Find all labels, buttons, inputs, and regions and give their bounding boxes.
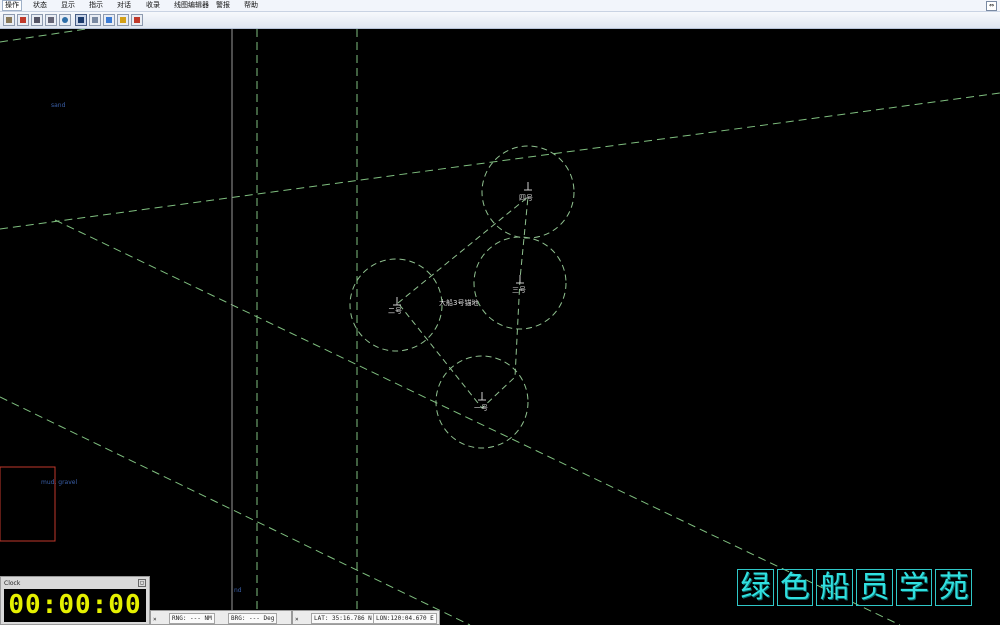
anchor-icon [478,392,486,401]
buoy-label-three: 三号 [512,286,526,294]
lock-icon [120,17,126,23]
toolbar-print-preview-button[interactable] [45,14,57,26]
anchor-icon [524,182,532,191]
chart-line [0,92,1000,230]
clock-display: 00:00:00 [4,589,146,622]
menu-item-display[interactable]: 显示 [59,1,77,10]
menu-item-help[interactable]: 帮助 [242,1,260,10]
monitor-icon [78,17,84,23]
buoy-label-one: 一号 [474,404,488,412]
seabed-label-sand: sand [51,102,66,109]
toolbar-close-button[interactable] [131,14,143,26]
watermark-char: 学 [895,569,933,606]
toolbar-tools-button[interactable] [103,14,115,26]
watermark-char: 苑 [935,569,973,606]
toolbar-layer-button[interactable] [89,14,101,26]
menu-item-indicate[interactable]: 指示 [87,1,105,10]
clock-panel: Clock ◻ 00:00:00 [0,576,150,625]
buoy-label-two: 二号 [388,307,402,315]
toolbar-print-button[interactable] [31,14,43,26]
chart-canvas[interactable]: 四号 三号 二号 一号 大船3号锚地 sand mud, gravel nd [0,29,1000,625]
window-restore-icon[interactable]: ⇔ [986,1,997,11]
toolbar [0,12,1000,29]
toolbar-zoom-button[interactable] [59,14,71,26]
printer-icon [48,17,54,23]
pin-icon[interactable]: ◻ [138,579,146,587]
folder-icon [6,17,12,23]
menu-item-status[interactable]: 状态 [31,1,49,10]
watermark-char: 绿 [737,569,774,606]
watermark-char: 船 [816,569,854,606]
close-icon [134,17,140,23]
printer-icon [34,17,40,23]
clock-title: Clock [4,580,21,587]
close-icon[interactable]: × [295,616,299,623]
position-status: × LAT: 35:16.786 N LON:120:04.670 E [292,610,440,625]
seabed-label-mud-gravel: mud, gravel [41,479,77,486]
seabed-label-nd: nd [234,587,242,594]
menu-item-operate[interactable]: 操作 [2,0,22,11]
menu-bar: 操作 状态 显示 指示 对话 收录 线图编辑器 警报 帮助 ⇔ [0,0,1000,12]
anchorage-name: 大船3号锚地 [439,298,478,307]
chart-line [54,219,901,625]
toolbar-edit-button[interactable] [17,14,29,26]
bearing-readout: BRG: --- Deg [228,613,278,624]
toolbar-chart-mode-button[interactable] [75,14,87,26]
menu-item-dialog[interactable]: 对话 [115,1,133,10]
anchor-icon [516,275,524,284]
buoy-circle [481,145,575,239]
range-bearing-status: × RNG: --- NM BRG: --- Deg [150,610,292,625]
close-icon[interactable]: × [153,616,157,623]
chart-line [0,29,87,43]
range-readout: RNG: --- NM [169,613,215,624]
menu-item-line-editor[interactable]: 线图编辑器 [172,1,211,10]
toolbar-lock-button[interactable] [117,14,129,26]
watermark-logo: 绿 色 船 员 学 苑 [737,569,975,606]
layers-icon [92,17,98,23]
tools-icon [106,17,112,23]
edit-icon [20,17,26,23]
longitude-readout: LON:120:04.670 E [373,613,437,624]
menu-item-record[interactable]: 收录 [144,1,162,10]
watermark-char: 色 [776,569,814,606]
toolbar-folder-button[interactable] [3,14,15,26]
buoy-circle [435,355,529,449]
watermark-char: 员 [856,569,893,606]
latitude-readout: LAT: 35:16.786 N [311,613,375,624]
magnifier-icon [62,17,68,23]
menu-item-alarm[interactable]: 警报 [214,1,232,10]
buoy-label-four: 四号 [519,194,533,202]
